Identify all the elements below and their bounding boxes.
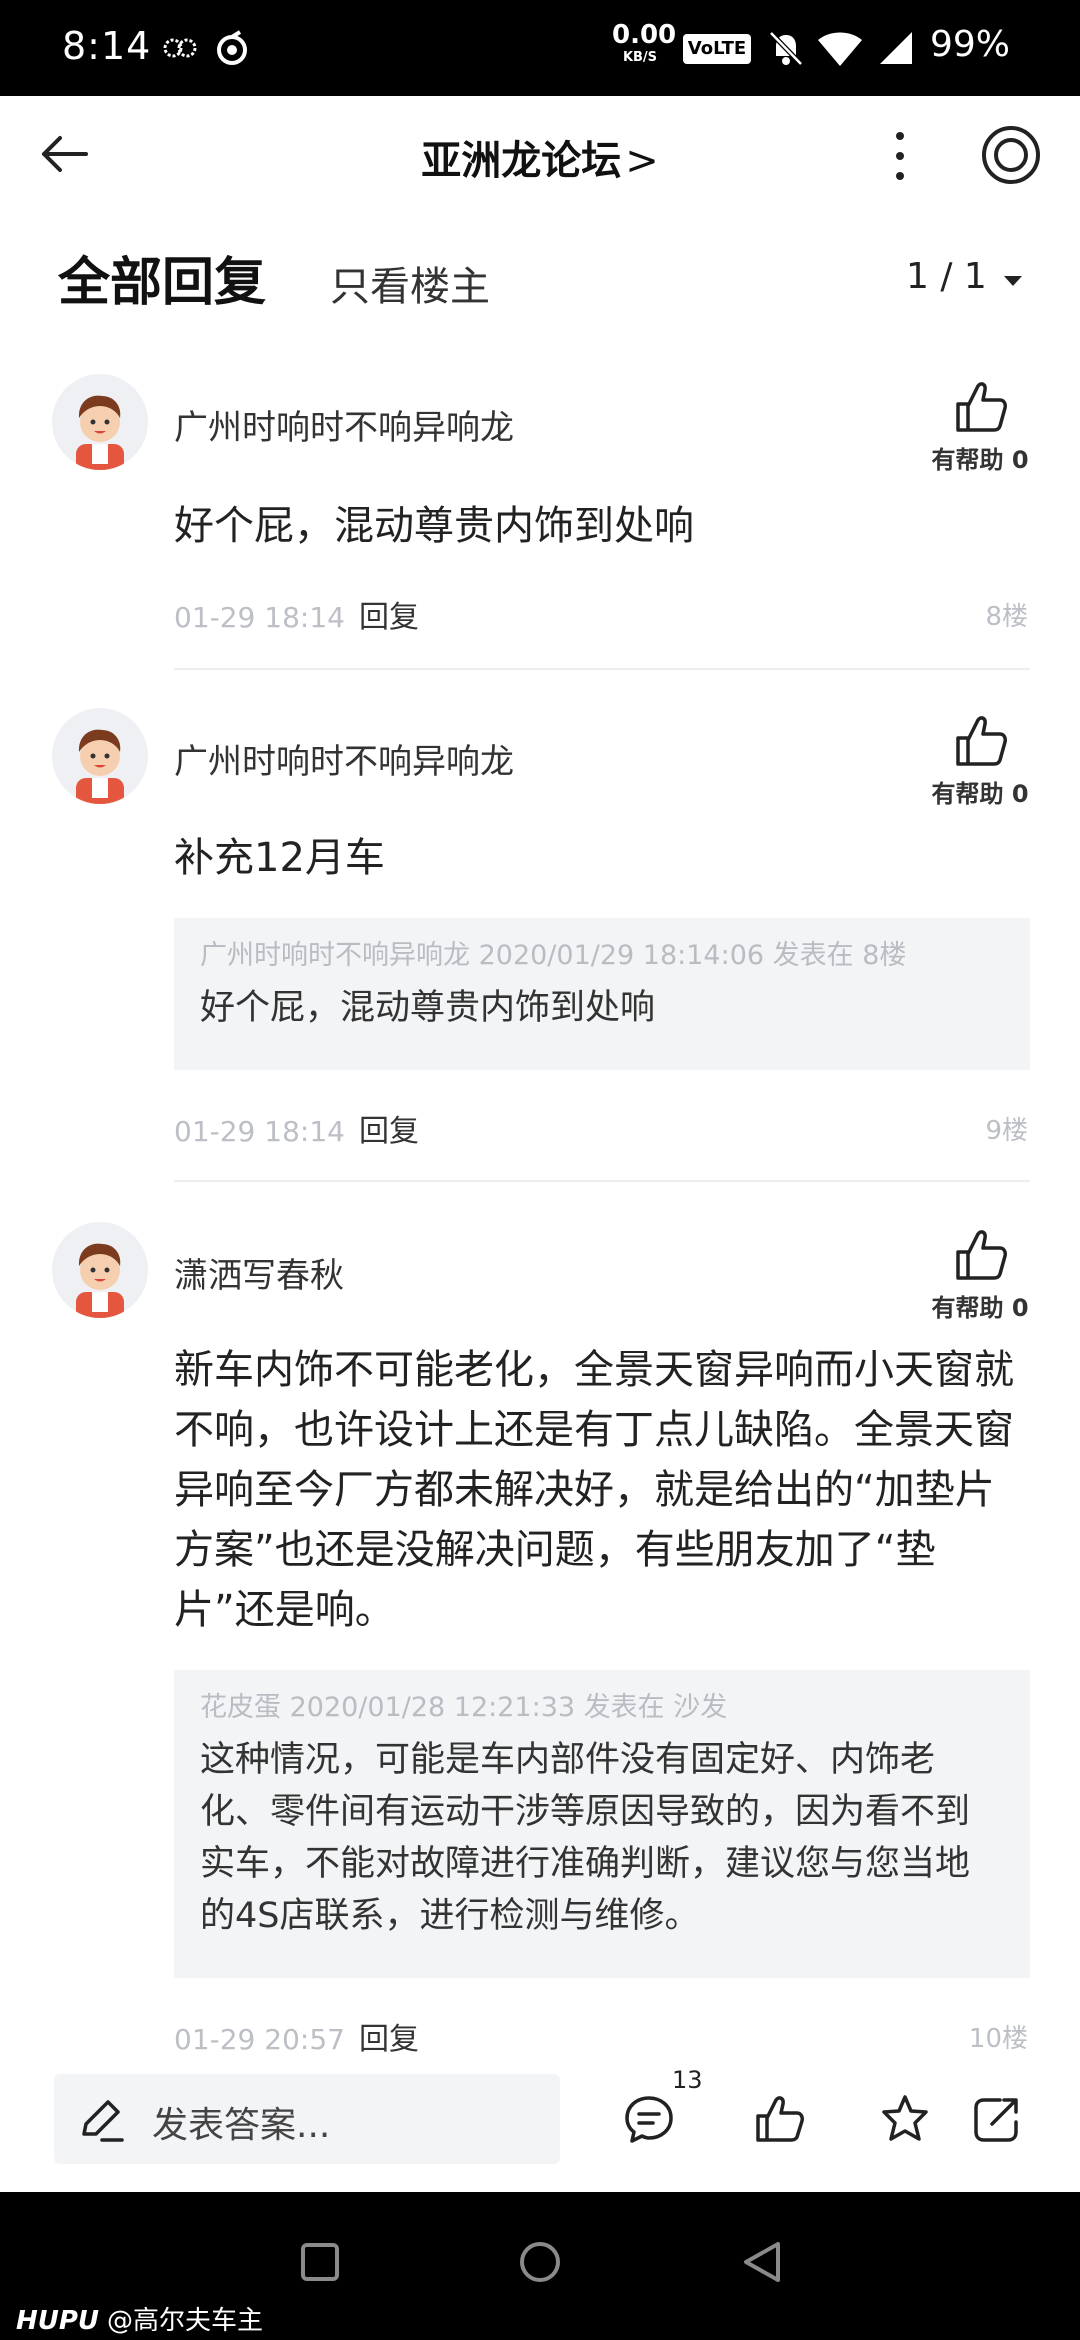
caret-down-icon[interactable] <box>1002 274 1024 288</box>
avatar[interactable] <box>52 374 148 470</box>
quote-text: 好个屁，混动尊贵内饰到处响 <box>200 988 656 1028</box>
wifi-icon <box>818 32 862 66</box>
comment-count: 13 <box>672 2066 703 2094</box>
bell-off-icon <box>769 31 803 66</box>
username[interactable]: 广州时响时不响异响龙 <box>174 400 514 449</box>
post-content: 好个屁，混动尊贵内饰到处响 <box>174 503 694 549</box>
quoted-reply[interactable]: 花皮蛋 2020/01/28 12:21:33 发表在 沙发 这种情况，可能是车… <box>174 1670 1030 1978</box>
helpful-button[interactable]: 有帮助 0 <box>920 376 1040 475</box>
recents-icon[interactable] <box>300 2242 340 2282</box>
post-meta: 01-29 18:14 回复 <box>174 1106 419 1150</box>
status-time: 8:14 <box>62 24 152 68</box>
home-icon[interactable] <box>518 2240 562 2284</box>
reply-link[interactable]: 回复 <box>359 1114 419 1149</box>
post-time: 01-29 18:14 <box>174 601 345 634</box>
back-triangle-icon[interactable] <box>740 2240 784 2284</box>
post-content: 补充12月车 <box>174 835 385 881</box>
page-selector[interactable]: 1 / 1 <box>906 256 987 297</box>
pencil-icon <box>82 2100 124 2142</box>
thumbs-up-icon[interactable] <box>752 2092 806 2146</box>
quote-text: 这种情况，可能是车内部件没有固定好、内饰老化、零件间有运动干涉等原因导致的，因为… <box>200 1740 971 1936</box>
post-time: 01-29 18:14 <box>174 1115 345 1148</box>
divider <box>174 1180 1030 1182</box>
watermark: HUPU @高尔夫车主 <box>16 2306 264 2336</box>
status-bar: 8:14 0.00 KB/S VoLTE 99% <box>0 0 1080 96</box>
dual-circle-icon <box>163 38 197 58</box>
avatar[interactable] <box>52 1222 148 1318</box>
quote-meta: 广州时响时不响异响龙 2020/01/29 18:14:06 发表在 8楼 <box>200 940 907 971</box>
star-icon[interactable] <box>878 2092 932 2146</box>
battery-level: 99% <box>930 24 1011 65</box>
post-meta: 01-29 20:57 回复 <box>174 2014 419 2058</box>
volte-badge: VoLTE <box>683 34 751 64</box>
more-vertical-icon[interactable] <box>880 126 920 186</box>
comment-icon[interactable] <box>622 2092 676 2146</box>
post-time: 01-29 20:57 <box>174 2023 345 2056</box>
username[interactable]: 广州时响时不响异响龙 <box>174 734 514 783</box>
post-content: 新车内饰不可能老化，全景天窗异响而小天窗就不响，也许设计上还是有丁点儿缺陷。全景… <box>174 1347 1014 1633</box>
reply-tabs: 全部回复 只看楼主 1 / 1 <box>0 226 1080 326</box>
avatar[interactable] <box>52 708 148 804</box>
network-speed: 0.00 KB/S <box>612 20 677 65</box>
bottom-action-bar: 发表答案... 13 <box>0 2054 1080 2190</box>
compose-placeholder: 发表答案... <box>152 2105 331 2146</box>
tab-all-replies[interactable]: 全部回复 <box>58 240 266 315</box>
top-nav: 亚洲龙论坛 > <box>0 96 1080 212</box>
helpful-button[interactable]: 有帮助 0 <box>920 710 1040 809</box>
signal-icon <box>880 32 912 64</box>
helpful-button[interactable]: 有帮助 0 <box>920 1224 1040 1323</box>
reply-link[interactable]: 回复 <box>359 600 419 635</box>
floor-number: 8楼 <box>985 602 1028 632</box>
thumbs-up-icon <box>956 382 1007 432</box>
quoted-reply[interactable]: 广州时响时不响异响龙 2020/01/29 18:14:06 发表在 8楼 好个… <box>174 918 1030 1070</box>
share-icon[interactable] <box>970 2092 1024 2146</box>
reply-link[interactable]: 回复 <box>359 2022 419 2057</box>
username[interactable]: 潇洒写春秋 <box>174 1248 344 1297</box>
floor-number: 10楼 <box>968 2024 1028 2054</box>
compose-answer-input[interactable]: 发表答案... <box>54 2074 560 2164</box>
sync-icon <box>217 30 247 65</box>
record-icon[interactable] <box>980 124 1042 186</box>
thumbs-up-icon <box>956 716 1007 766</box>
tab-only-op[interactable]: 只看楼主 <box>330 254 490 312</box>
floor-number: 9楼 <box>985 1116 1028 1146</box>
quote-meta: 花皮蛋 2020/01/28 12:21:33 发表在 沙发 <box>200 1692 728 1723</box>
post-meta: 01-29 18:14 回复 <box>174 592 419 636</box>
divider <box>174 668 1030 670</box>
thumbs-up-icon <box>956 1230 1007 1280</box>
